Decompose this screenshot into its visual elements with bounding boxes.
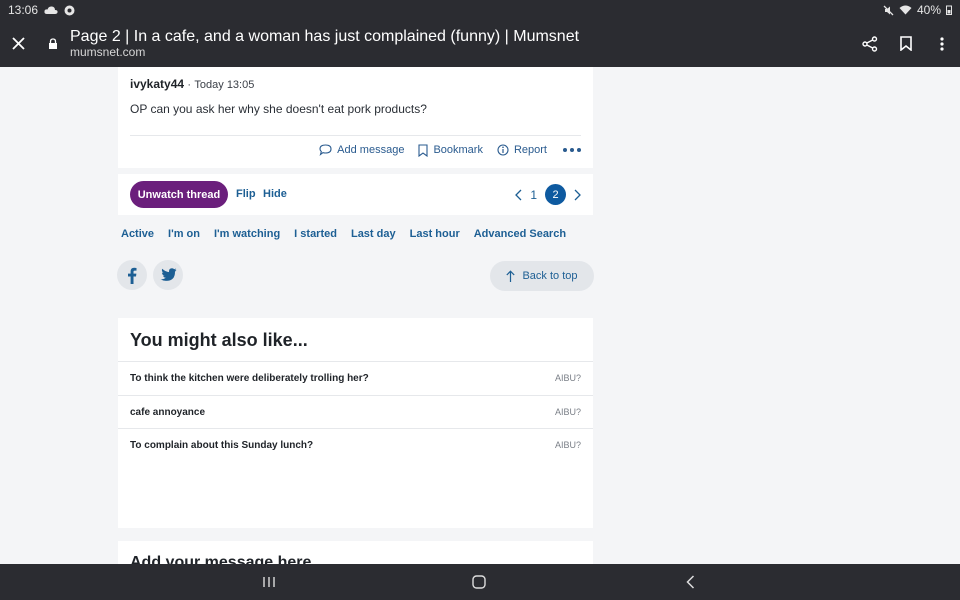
page-title: Page 2 | In a cafe, and a woman has just… xyxy=(70,28,580,45)
pagination: 1 2 xyxy=(515,184,581,205)
chevron-right-icon xyxy=(574,189,581,200)
list-item[interactable]: cafe annoyance AIBU? xyxy=(118,395,593,429)
facebook-icon xyxy=(128,267,137,284)
share-button[interactable] xyxy=(852,20,888,67)
post-author[interactable]: ivykaty44 xyxy=(130,77,184,91)
lock-icon xyxy=(48,38,60,49)
post-actions: Add message Bookmark Report xyxy=(305,143,581,157)
post-time: Today 13:05 xyxy=(194,79,255,91)
add-message-title: Add your message here xyxy=(130,554,312,564)
list-item[interactable]: To complain about this Sunday lunch? AIB… xyxy=(118,428,593,462)
suggested-thread-title: cafe annoyance xyxy=(130,407,206,418)
recents-button[interactable] xyxy=(249,564,289,600)
hide-link[interactable]: Hide xyxy=(263,188,287,200)
back-to-top-button[interactable]: Back to top xyxy=(490,261,594,291)
speech-bubble-icon xyxy=(319,144,332,156)
more-menu-button[interactable] xyxy=(924,20,960,67)
suggested-thread-title: To complain about this Sunday lunch? xyxy=(130,440,314,451)
chevron-left-icon xyxy=(515,189,522,200)
status-bar: 13:06 40% xyxy=(0,0,960,20)
cloud-icon xyxy=(44,5,58,15)
filter-last-day[interactable]: Last day xyxy=(351,228,396,240)
battery-icon xyxy=(946,5,952,15)
status-time: 13:06 xyxy=(8,3,39,17)
bookmark-post-button[interactable]: Bookmark xyxy=(418,143,483,157)
also-like-title: You might also like... xyxy=(130,330,308,350)
post-body: OP can you ask her why she doesn't eat p… xyxy=(130,102,427,116)
add-message-card: Add your message here xyxy=(118,541,593,564)
bookmark-page-button[interactable] xyxy=(888,20,924,67)
report-label: Report xyxy=(513,144,547,156)
bookmark-icon xyxy=(900,36,912,51)
arrow-up-icon xyxy=(506,270,516,282)
next-page-button[interactable] xyxy=(574,189,581,201)
add-message-label: Add message xyxy=(337,144,405,156)
system-nav-bar xyxy=(0,564,960,600)
suggested-thread-tag: AIBU? xyxy=(554,373,581,383)
more-horiz-icon[interactable] xyxy=(563,143,581,157)
bookmark-outline-icon xyxy=(418,143,428,157)
list-item[interactable]: To think the kitchen were deliberately t… xyxy=(118,361,593,395)
home-button[interactable] xyxy=(459,564,499,600)
report-button[interactable]: Report xyxy=(497,144,547,156)
post-divider xyxy=(130,135,581,136)
suggested-thread-tag: AIBU? xyxy=(554,440,581,450)
suggested-thread-tag: AIBU? xyxy=(554,407,581,417)
filter-im-on[interactable]: I'm on xyxy=(168,228,200,240)
filter-active[interactable]: Active xyxy=(121,228,154,240)
filter-i-started[interactable]: I started xyxy=(294,228,337,240)
filter-advanced-search[interactable]: Advanced Search xyxy=(474,228,566,240)
post-meta: ivykaty44 · Today 13:05 xyxy=(130,77,254,91)
more-vert-icon xyxy=(940,36,944,51)
page-2-current[interactable]: 2 xyxy=(545,184,566,205)
close-icon xyxy=(11,37,25,50)
browser-toolbar: Page 2 | In a cafe, and a woman has just… xyxy=(0,20,960,67)
filter-last-hour[interactable]: Last hour xyxy=(410,228,460,240)
battery-text: 40% xyxy=(916,3,941,17)
thread-action-bar: Unwatch thread Flip Hide 1 2 xyxy=(118,174,593,215)
close-tab-button[interactable] xyxy=(0,20,36,67)
twitter-icon xyxy=(160,268,176,281)
bookmark-label: Bookmark xyxy=(433,144,483,156)
page-1-link[interactable]: 1 xyxy=(530,188,537,202)
add-message-button[interactable]: Add message xyxy=(319,144,404,156)
share-icon xyxy=(862,35,878,52)
notification-icon xyxy=(64,5,75,16)
suggested-thread-title: To think the kitchen were deliberately t… xyxy=(130,373,369,384)
wifi-icon xyxy=(899,5,912,15)
info-circle-icon xyxy=(497,144,509,156)
back-button[interactable] xyxy=(670,564,710,600)
back-to-top-label: Back to top xyxy=(522,270,578,282)
facebook-share-button[interactable] xyxy=(117,260,147,290)
home-icon xyxy=(472,575,486,589)
page-title-block[interactable]: Page 2 | In a cafe, and a woman has just… xyxy=(70,28,580,59)
flip-link[interactable]: Flip xyxy=(236,188,256,200)
you-might-also-like-card: You might also like... To think the kitc… xyxy=(118,318,593,528)
page-content[interactable]: ivykaty44 · Today 13:05 OP can you ask h… xyxy=(0,67,960,564)
post-card: ivykaty44 · Today 13:05 OP can you ask h… xyxy=(118,67,593,168)
thread-filters: Active I'm on I'm watching I started Las… xyxy=(121,228,580,240)
prev-page-button[interactable] xyxy=(515,189,522,201)
mute-icon xyxy=(883,5,894,16)
twitter-share-button[interactable] xyxy=(153,260,183,290)
post-separator: · xyxy=(187,79,192,91)
unwatch-thread-button[interactable]: Unwatch thread xyxy=(130,181,228,208)
recents-icon xyxy=(263,577,275,587)
filter-im-watching[interactable]: I'm watching xyxy=(214,228,280,240)
page-domain: mumsnet.com xyxy=(70,45,146,59)
back-icon xyxy=(685,575,694,589)
